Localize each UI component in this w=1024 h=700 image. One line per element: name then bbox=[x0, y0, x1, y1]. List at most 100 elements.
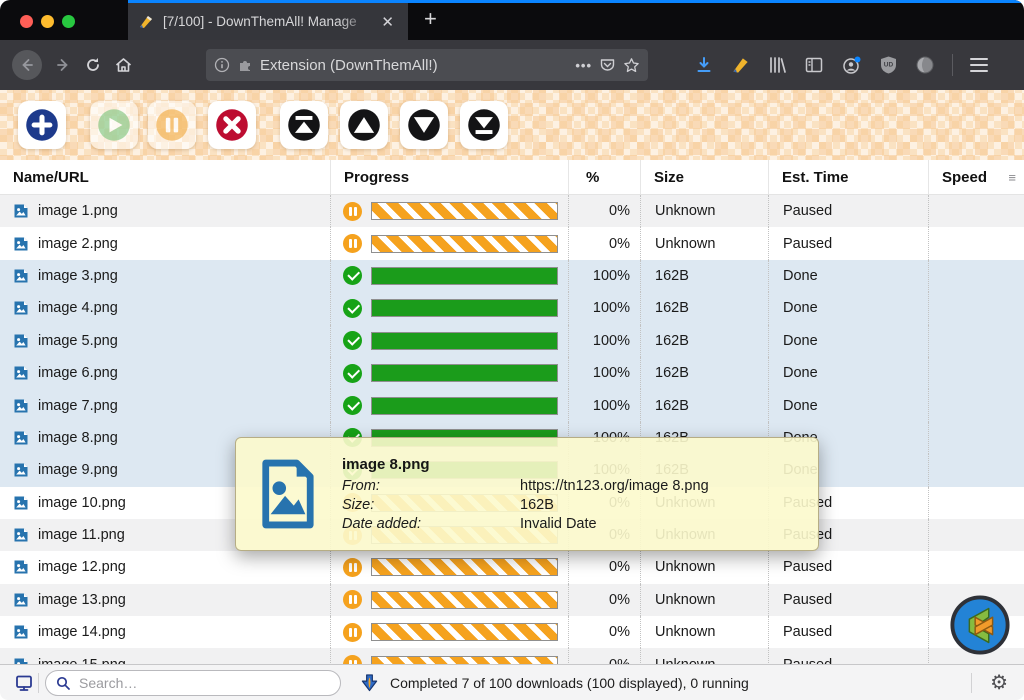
progress-bar bbox=[371, 235, 558, 253]
url-text: Extension (DownThemAll!) bbox=[260, 57, 568, 74]
size-cell: Unknown bbox=[640, 584, 768, 616]
speed-cell bbox=[928, 454, 1024, 486]
download-row[interactable]: image 15.png 0% Unknown Paused bbox=[0, 648, 1024, 664]
download-row[interactable]: image 7.png 100% 162B Done bbox=[0, 389, 1024, 421]
search-icon bbox=[56, 676, 70, 690]
image-file-icon bbox=[13, 300, 29, 316]
page-actions-icon[interactable]: ••• bbox=[575, 58, 592, 73]
move-to-top-icon bbox=[286, 107, 322, 143]
new-tab-button[interactable]: + bbox=[424, 6, 437, 32]
back-button[interactable] bbox=[12, 50, 42, 80]
downloads-icon[interactable] bbox=[694, 55, 714, 75]
file-name: image 9.png bbox=[38, 462, 118, 478]
resume-button[interactable] bbox=[90, 101, 138, 149]
tab-downthemall-manager[interactable]: [7/100] - DownThemAll! Manage ✕ bbox=[128, 3, 408, 40]
move-to-bottom-button[interactable] bbox=[460, 101, 508, 149]
download-row[interactable]: image 3.png 100% 162B Done bbox=[0, 260, 1024, 292]
minimize-window-button[interactable] bbox=[41, 15, 54, 28]
size-cell: 162B bbox=[640, 389, 768, 421]
tooltip-title: image 8.png bbox=[342, 456, 804, 473]
download-row[interactable]: image 14.png 0% Unknown Paused bbox=[0, 616, 1024, 648]
download-row[interactable]: image 6.png 100% 162B Done bbox=[0, 357, 1024, 389]
size-cell: Unknown bbox=[640, 648, 768, 664]
download-row[interactable]: image 2.png 0% Unknown Paused bbox=[0, 227, 1024, 259]
file-name: image 3.png bbox=[38, 268, 118, 284]
column-header-percent[interactable]: % bbox=[568, 160, 640, 194]
column-header-progress[interactable]: Progress bbox=[330, 160, 568, 194]
est-time-cell: Done bbox=[768, 292, 928, 324]
url-bar[interactable]: Extension (DownThemAll!) ••• bbox=[206, 49, 648, 81]
close-window-button[interactable] bbox=[20, 15, 33, 28]
size-cell: 162B bbox=[640, 260, 768, 292]
progress-bar bbox=[371, 299, 558, 317]
est-time-cell: Paused bbox=[768, 551, 928, 583]
est-time-cell: Paused bbox=[768, 648, 928, 664]
reload-button[interactable] bbox=[84, 56, 102, 74]
column-header-name[interactable]: Name/URL bbox=[0, 160, 330, 194]
tab-title: [7/100] - DownThemAll! Manage bbox=[163, 14, 377, 29]
ud-shield-icon[interactable]: UD bbox=[879, 55, 898, 75]
move-to-top-button[interactable] bbox=[280, 101, 328, 149]
est-time-cell: Paused bbox=[768, 195, 928, 227]
pocket-icon[interactable] bbox=[599, 57, 616, 74]
move-down-button[interactable] bbox=[400, 101, 448, 149]
column-header-size[interactable]: Size bbox=[640, 160, 768, 194]
cancel-x-icon bbox=[214, 107, 250, 143]
speed-cell bbox=[928, 357, 1024, 389]
forward-button[interactable] bbox=[54, 56, 72, 74]
bookmark-star-icon[interactable] bbox=[623, 57, 640, 74]
extension-globe-icon[interactable] bbox=[915, 55, 935, 75]
progress-bar bbox=[371, 397, 558, 415]
navigation-toolbar: Extension (DownThemAll!) ••• bbox=[0, 40, 1024, 90]
image-file-icon bbox=[13, 398, 29, 414]
search-input[interactable] bbox=[77, 674, 330, 692]
progress-cell bbox=[330, 584, 568, 616]
account-icon[interactable] bbox=[841, 55, 862, 76]
percent-cell: 100% bbox=[568, 260, 640, 292]
window-controls bbox=[20, 15, 75, 28]
sidebar-icon[interactable] bbox=[804, 55, 824, 75]
speed-cell bbox=[928, 292, 1024, 324]
nav-right-group: UD bbox=[694, 40, 988, 90]
downthemall-favicon-icon bbox=[138, 14, 154, 30]
tab-close-icon[interactable]: ✕ bbox=[377, 11, 398, 33]
tools-monitor-icon[interactable] bbox=[14, 673, 34, 693]
image-file-icon bbox=[13, 527, 29, 543]
column-picker-icon[interactable]: ≡ bbox=[1008, 170, 1016, 185]
download-row[interactable]: image 4.png 100% 162B Done bbox=[0, 292, 1024, 324]
download-row[interactable]: image 1.png 0% Unknown Paused bbox=[0, 195, 1024, 227]
image-file-icon bbox=[13, 462, 29, 478]
library-icon[interactable] bbox=[767, 55, 787, 75]
image-file-icon bbox=[13, 430, 29, 446]
search-box[interactable] bbox=[45, 670, 341, 696]
size-cell: Unknown bbox=[640, 616, 768, 648]
zoom-window-button[interactable] bbox=[62, 15, 75, 28]
app-menu-icon[interactable] bbox=[970, 58, 988, 72]
percent-cell: 0% bbox=[568, 195, 640, 227]
settings-gear-icon[interactable]: ⚙ bbox=[990, 673, 1008, 693]
cancel-button[interactable] bbox=[208, 101, 256, 149]
file-name: image 11.png bbox=[38, 527, 125, 543]
est-time-cell: Done bbox=[768, 325, 928, 357]
pause-button[interactable] bbox=[148, 101, 196, 149]
column-header-speed[interactable]: Speed ≡ bbox=[928, 160, 1024, 194]
speed-cell bbox=[928, 195, 1024, 227]
download-row[interactable]: image 12.png 0% Unknown Paused bbox=[0, 551, 1024, 583]
page-info-icon[interactable] bbox=[214, 57, 230, 73]
add-download-button[interactable] bbox=[18, 101, 66, 149]
progress-bar bbox=[371, 267, 558, 285]
column-header-esttime[interactable]: Est. Time bbox=[768, 160, 928, 194]
download-row[interactable]: image 13.png 0% Unknown Paused bbox=[0, 584, 1024, 616]
download-row[interactable]: image 5.png 100% 162B Done bbox=[0, 325, 1024, 357]
tooltip-size-value: 162B bbox=[520, 497, 804, 513]
status-badge bbox=[343, 266, 362, 285]
speed-label: Speed bbox=[942, 169, 987, 186]
name-cell: image 7.png bbox=[0, 389, 330, 421]
downthemall-toolbar-icon[interactable] bbox=[731, 56, 750, 75]
home-button[interactable] bbox=[114, 56, 133, 74]
move-up-button[interactable] bbox=[340, 101, 388, 149]
file-name: image 15.png bbox=[38, 657, 126, 664]
firefox-window: [7/100] - DownThemAll! Manage ✕ + bbox=[0, 0, 1024, 700]
file-name: image 10.png bbox=[38, 495, 126, 511]
image-file-icon bbox=[13, 495, 29, 511]
